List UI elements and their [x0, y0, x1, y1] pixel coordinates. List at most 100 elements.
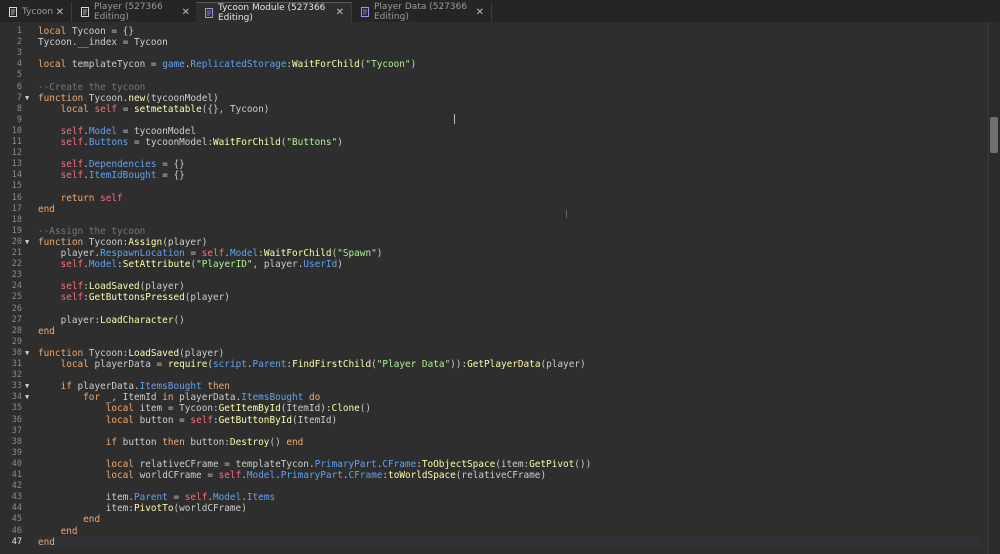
code-token: = [184, 248, 202, 259]
code-line[interactable]: end [38, 204, 55, 215]
tab-2[interactable]: Player (527366 Editing) ✕ [72, 2, 198, 22]
code-line[interactable]: end [38, 514, 100, 525]
close-tab-icon[interactable]: ✕ [476, 7, 484, 18]
code-line[interactable]: self.Model = tycoonModel [38, 125, 197, 137]
tab-4[interactable]: Player Data (527366 Editing) ✕ [352, 2, 492, 22]
fold-arrow-icon[interactable]: ▼ [25, 94, 29, 102]
code-line[interactable]: local Tycoon = {} [38, 26, 134, 37]
code-token: WaitForChild [263, 248, 332, 259]
code-token: --Create the tycoon [38, 81, 146, 93]
code-line[interactable]: local playerData = require(script.Parent… [38, 359, 586, 370]
line-number: 4 [16, 59, 22, 70]
line-number: 32 [11, 370, 22, 381]
tab-label: Tycoon [22, 7, 54, 17]
code-token: then [162, 436, 185, 448]
code-token: GetButtonsPressed [88, 292, 185, 304]
close-tab-icon[interactable]: ✕ [182, 7, 190, 18]
code-token: local [60, 103, 89, 115]
code-token: Tycoon.__index = Tycoon [38, 37, 168, 49]
code-token: LoadSaved [128, 347, 180, 359]
code-token: Tycoon. [83, 92, 129, 104]
code-line[interactable]: item.Parent = self.Model.Items [38, 492, 275, 503]
code-line[interactable]: player:LoadCharacter() [38, 315, 185, 326]
code-line[interactable]: local self = setmetatable({}, Tycoon) [38, 103, 270, 115]
scrollbar-thumb[interactable] [990, 117, 998, 153]
line-number: 14 [11, 170, 22, 181]
code-line[interactable]: item:PivotTo(worldCFrame) [38, 503, 247, 514]
fold-arrow-icon[interactable]: ▼ [25, 238, 29, 246]
code-token: ItemIdBought [88, 170, 157, 182]
code-token: self [60, 125, 84, 137]
code-line[interactable]: self.Model:SetAttribute("PlayerID", play… [38, 259, 343, 270]
line-number: 8 [16, 103, 22, 114]
script-editor[interactable]: 1 2 3 4 5 6 7 ▼ 8 9 10 11 12 13 14 15 16 17 18 19 20 ▼ 21 22 23 2… [0, 22, 1000, 554]
code-token: = {} [156, 159, 185, 171]
line-number: 6 [16, 81, 22, 92]
code-line[interactable]: end [38, 326, 55, 337]
code-line[interactable]: self.Dependencies = {} [38, 159, 185, 170]
code-line[interactable]: --Create the tycoon [38, 82, 145, 93]
code-line[interactable]: local templateTycon = game.ReplicatedSto… [38, 59, 416, 70]
line-number: 17 [11, 203, 22, 214]
code-token: Model [88, 259, 118, 271]
line-number: 15 [11, 181, 22, 192]
code-line[interactable]: function Tycoon.new(tycoonModel) [38, 93, 219, 104]
tab-3[interactable]: Tycoon Module (527366 Editing) ✕ [196, 2, 352, 23]
code-token: PrimaryPart [280, 470, 343, 481]
code-token: worldCFrame = [133, 470, 219, 481]
vertical-scrollbar[interactable] [988, 22, 1000, 554]
code-line[interactable]: local worldCFrame = self.Model.PrimaryPa… [38, 470, 546, 481]
code-line[interactable]: if button then button:Destroy() end [38, 436, 304, 448]
close-tab-icon[interactable]: ✕ [56, 7, 64, 18]
code-line[interactable]: local item = Tycoon:GetItemById(ItemId):… [38, 403, 371, 414]
fold-arrow-icon[interactable]: ▼ [25, 382, 29, 390]
line-number: 12 [11, 148, 22, 159]
code-token: WaitForChild [292, 59, 360, 71]
code-token: local [38, 26, 67, 37]
line-number: 29 [11, 336, 22, 347]
code-line[interactable]: function Tycoon:LoadSaved(player) [38, 348, 224, 359]
code-line[interactable]: local button = self:GetButtonById(ItemId… [38, 415, 337, 426]
close-tab-icon[interactable]: ✕ [336, 7, 344, 18]
code-line[interactable]: self.ItemIdBought = {} [38, 170, 185, 181]
code-token: toWorldSpace [388, 470, 456, 481]
code-line[interactable]: self:GetButtonsPressed(player) [38, 292, 230, 303]
code-line[interactable]: --Assign the tycoon [38, 226, 145, 237]
line-number: 44 [11, 503, 22, 514]
code-token: = [167, 492, 185, 504]
tab-1[interactable]: Tycoon ✕ [0, 2, 72, 22]
line-number: 22 [11, 259, 22, 270]
code-token: ) [376, 248, 383, 259]
code-token: (player) [162, 236, 208, 248]
fold-arrow-icon[interactable]: ▼ [25, 349, 29, 357]
code-line[interactable]: function Tycoon:Assign(player) [38, 237, 207, 248]
code-line[interactable]: self:LoadSaved(player) [38, 281, 185, 292]
code-token: Dependencies [88, 159, 157, 171]
code-line[interactable]: for _, ItemId in playerData.ItemsBought … [38, 392, 320, 403]
code-token: self [60, 292, 84, 304]
code-line[interactable]: end [34, 536, 982, 548]
fold-arrow-icon[interactable]: ▼ [25, 393, 29, 401]
code-line[interactable]: if playerData.ItemsBought then [38, 381, 230, 392]
code-token: self [60, 281, 84, 293]
line-number: 27 [11, 314, 22, 325]
code-line[interactable]: Tycoon.__index = Tycoon [38, 37, 168, 48]
text-cursor-icon [454, 114, 455, 124]
code-line[interactable]: local relativeCFrame = templateTycon.Pri… [38, 459, 591, 470]
line-number: 39 [11, 447, 22, 458]
code-token: ) [410, 59, 417, 71]
code-token: new [128, 92, 146, 104]
code-line[interactable]: return self [38, 193, 123, 204]
code-token: )) [450, 359, 462, 370]
code-token: self [60, 159, 84, 171]
code-line[interactable]: self.Buttons = tycoonModel:WaitForChild(… [38, 137, 343, 148]
code-line[interactable]: end [38, 526, 78, 537]
code-line[interactable]: player.RespawnLocation = self.Model:Wait… [38, 248, 383, 259]
line-number: 26 [11, 303, 22, 314]
